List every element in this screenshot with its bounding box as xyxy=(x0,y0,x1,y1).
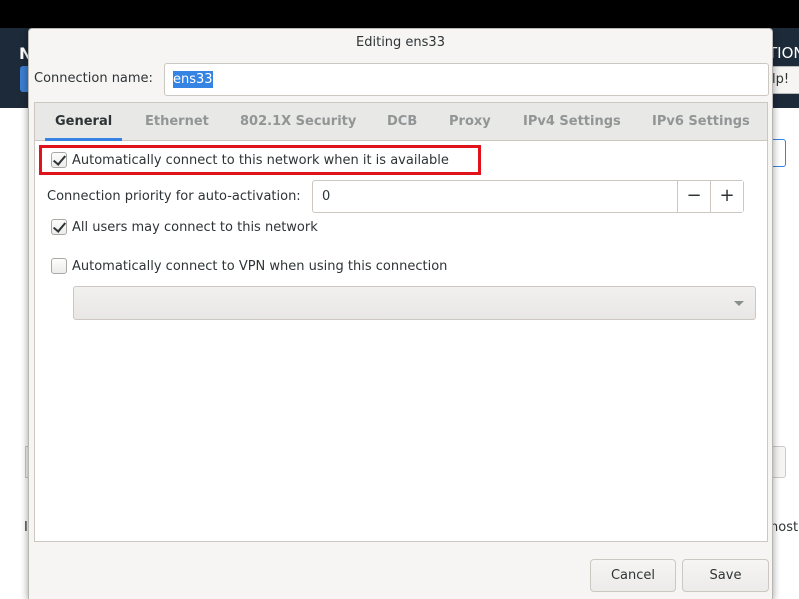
tab-general[interactable]: General xyxy=(45,103,123,141)
vpn-select[interactable] xyxy=(73,286,756,320)
priority-decrement-button[interactable]: − xyxy=(677,181,710,212)
chevron-down-icon xyxy=(734,301,744,306)
save-button[interactable]: Save xyxy=(682,559,769,592)
priority-label: Connection priority for auto-activation: xyxy=(47,189,301,204)
highlight-annotation-box xyxy=(39,145,481,175)
cancel-button[interactable]: Cancel xyxy=(590,559,676,592)
priority-increment-button[interactable]: + xyxy=(710,181,743,212)
connection-name-value: ens33 xyxy=(173,71,213,88)
tab-dcb[interactable]: DCB xyxy=(377,103,427,141)
vpn-auto-connect-row[interactable]: Automatically connect to VPN when using … xyxy=(51,258,447,274)
priority-spinbutton[interactable]: 0 − + xyxy=(312,180,744,213)
priority-value[interactable]: 0 xyxy=(322,181,330,212)
tab-ethernet[interactable]: Ethernet xyxy=(135,103,219,141)
background-text-right: nost xyxy=(770,520,799,535)
tab-8021x-security[interactable]: 802.1X Security xyxy=(230,103,366,141)
tab-ipv6-settings[interactable]: IPv6 Settings xyxy=(642,103,760,141)
tab-ipv4-settings[interactable]: IPv4 Settings xyxy=(513,103,631,141)
vpn-auto-connect-label: Automatically connect to VPN when using … xyxy=(72,258,448,274)
all-users-row[interactable]: All users may connect to this network xyxy=(51,219,318,235)
connection-name-input[interactable]: ens33 xyxy=(164,63,769,96)
edit-connection-dialog: Editing ens33 Connection name: ens33 Gen… xyxy=(28,28,773,599)
all-users-checkbox[interactable] xyxy=(51,219,67,235)
connection-name-label: Connection name: xyxy=(34,71,153,86)
dialog-title: Editing ens33 xyxy=(356,35,445,50)
all-users-label: All users may connect to this network xyxy=(72,219,318,235)
tab-bar: General Ethernet 802.1X Security DCB Pro… xyxy=(35,103,767,141)
vpn-auto-connect-checkbox[interactable] xyxy=(51,258,67,274)
tab-proxy[interactable]: Proxy xyxy=(439,103,501,141)
